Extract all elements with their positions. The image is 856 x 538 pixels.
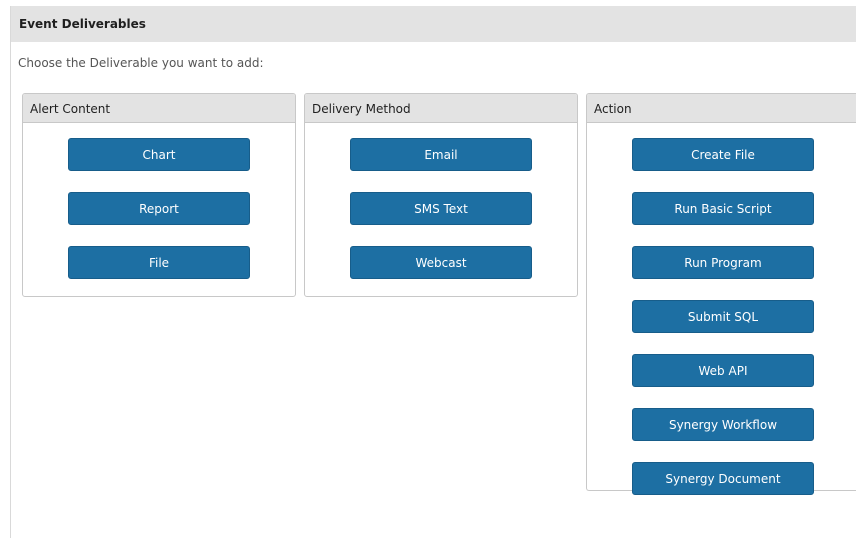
delivery-method-panel-header: Delivery Method: [305, 94, 577, 123]
action-panel-header: Action: [587, 94, 856, 123]
alert-content-panel: Alert Content Chart Report File: [22, 93, 296, 297]
run-basic-script-button[interactable]: Run Basic Script: [632, 192, 814, 225]
chart-button[interactable]: Chart: [68, 138, 250, 171]
action-panel: Action Create File Run Basic Script Run …: [586, 93, 856, 495]
create-file-button[interactable]: Create File: [632, 138, 814, 171]
webcast-button[interactable]: Webcast: [350, 246, 532, 279]
alert-content-title: Alert Content: [30, 102, 111, 116]
email-button[interactable]: Email: [350, 138, 532, 171]
delivery-method-title: Delivery Method: [312, 102, 411, 116]
sms-text-button[interactable]: SMS Text: [350, 192, 532, 225]
web-api-button[interactable]: Web API: [632, 354, 814, 387]
file-button[interactable]: File: [68, 246, 250, 279]
run-program-button[interactable]: Run Program: [632, 246, 814, 279]
action-title: Action: [594, 102, 632, 116]
delivery-method-panel: Delivery Method Email SMS Text Webcast: [304, 93, 578, 297]
instruction-text: Choose the Deliverable you want to add:: [18, 56, 264, 70]
event-deliverables-container: Event Deliverables Choose the Deliverabl…: [10, 6, 856, 538]
alert-content-panel-header: Alert Content: [23, 94, 295, 123]
synergy-workflow-button[interactable]: Synergy Workflow: [632, 408, 814, 441]
page-title: Event Deliverables: [19, 17, 146, 31]
synergy-document-button[interactable]: Synergy Document: [632, 462, 814, 495]
section-header: Event Deliverables: [11, 6, 856, 42]
submit-sql-button[interactable]: Submit SQL: [632, 300, 814, 333]
report-button[interactable]: Report: [68, 192, 250, 225]
